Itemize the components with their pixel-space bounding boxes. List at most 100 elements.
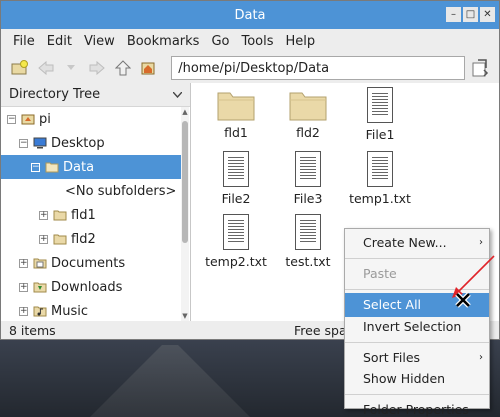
maximize-button[interactable]: □ xyxy=(463,7,478,22)
documents-folder-icon xyxy=(33,257,47,269)
toolbar xyxy=(1,53,499,83)
go-button[interactable] xyxy=(469,57,491,79)
tree-item-label: Music xyxy=(51,303,88,319)
window-title: Data xyxy=(234,7,266,23)
expand-toggle[interactable]: + xyxy=(19,258,28,268)
tree-item-documents[interactable]: + Documents xyxy=(1,251,190,275)
file-item-temp2[interactable]: temp2.txt xyxy=(201,214,271,269)
tree-item-label: fld1 xyxy=(71,207,96,223)
tree-item-music[interactable]: + Music xyxy=(1,299,190,323)
up-arrow-icon xyxy=(114,60,131,76)
text-file-icon xyxy=(295,214,321,250)
tree-item-label: fld2 xyxy=(71,231,96,247)
downloads-folder-icon xyxy=(33,281,47,293)
tree-item-fld1[interactable]: + fld1 xyxy=(1,203,190,227)
collapse-toggle[interactable]: − xyxy=(31,162,40,172)
scroll-down-icon[interactable]: ▼ xyxy=(181,312,189,320)
submenu-arrow-icon: › xyxy=(479,237,483,248)
scrollbar-thumb[interactable] xyxy=(182,121,188,243)
menu-item-label: Sort Files xyxy=(363,350,421,365)
file-item-fld2[interactable]: fld2 xyxy=(273,89,343,140)
sidebar-scrollbar[interactable]: ▲ ▼ xyxy=(181,107,189,321)
collapse-toggle[interactable]: − xyxy=(19,138,28,148)
menu-folder-properties[interactable]: Folder Properties xyxy=(345,398,489,417)
file-label: fld1 xyxy=(224,125,248,140)
scroll-up-icon[interactable]: ▲ xyxy=(181,108,189,116)
file-label: File2 xyxy=(221,191,251,206)
tree-item-label: Downloads xyxy=(51,279,123,295)
file-label: test.txt xyxy=(285,254,331,269)
up-button[interactable] xyxy=(112,57,134,79)
menu-file[interactable]: File xyxy=(7,34,41,49)
back-arrow-icon xyxy=(37,61,54,75)
music-folder-icon xyxy=(33,305,47,317)
x-cursor-icon xyxy=(455,292,471,308)
tree-item-data[interactable]: − Data xyxy=(1,155,181,179)
menu-item-label: Invert Selection xyxy=(363,319,462,334)
menu-go[interactable]: Go xyxy=(205,34,235,49)
history-dropdown[interactable] xyxy=(60,57,82,79)
expand-toggle[interactable]: + xyxy=(19,306,28,316)
sidebar-title: Directory Tree xyxy=(9,87,101,102)
new-tab-button[interactable] xyxy=(9,57,31,79)
text-file-icon xyxy=(295,151,321,187)
file-item-file3[interactable]: File3 xyxy=(273,151,343,206)
menu-item-label: Folder Properties xyxy=(363,402,469,417)
file-label: temp2.txt xyxy=(205,254,267,269)
menu-help[interactable]: Help xyxy=(280,34,322,49)
tree-item-pi[interactable]: − pi xyxy=(1,107,190,131)
expand-toggle[interactable]: + xyxy=(39,234,48,244)
tree-item-desktop[interactable]: − Desktop xyxy=(1,131,190,155)
sidebar-header[interactable]: Directory Tree xyxy=(1,83,190,107)
menu-item-label: Select All xyxy=(363,297,422,312)
new-tab-icon xyxy=(11,60,28,75)
back-button[interactable] xyxy=(35,57,57,79)
tree-item-label: <No subfolders> xyxy=(65,183,177,199)
file-item-test[interactable]: test.txt xyxy=(273,214,343,269)
folder-icon xyxy=(45,161,59,173)
home-button[interactable] xyxy=(138,57,160,79)
menu-create-new[interactable]: Create New... › xyxy=(345,231,489,255)
close-button[interactable]: ✕ xyxy=(480,7,495,22)
tree-item-no-subfolders: <No subfolders> xyxy=(1,179,190,203)
menu-tools[interactable]: Tools xyxy=(235,34,279,49)
file-item-temp1[interactable]: temp1.txt xyxy=(345,151,415,206)
minimize-button[interactable]: – xyxy=(446,7,461,22)
forward-button[interactable] xyxy=(86,57,108,79)
path-input[interactable] xyxy=(171,56,466,80)
tree-item-fld2[interactable]: + fld2 xyxy=(1,227,190,251)
tree-item-label: pi xyxy=(39,111,51,127)
text-file-icon xyxy=(223,214,249,250)
tree-item-label: Desktop xyxy=(51,135,105,151)
chevron-down-icon xyxy=(67,65,76,70)
chevron-down-icon xyxy=(173,91,182,98)
collapse-toggle[interactable]: − xyxy=(7,114,16,124)
text-file-icon xyxy=(367,87,393,123)
file-item-fld1[interactable]: fld1 xyxy=(201,89,271,140)
menu-separator xyxy=(345,394,489,395)
folder-icon xyxy=(289,89,327,121)
menu-edit[interactable]: Edit xyxy=(41,34,78,49)
text-file-icon xyxy=(223,151,249,187)
file-label: fld2 xyxy=(296,125,320,140)
menu-invert-selection[interactable]: Invert Selection xyxy=(345,315,489,339)
desktop-icon xyxy=(33,137,47,149)
tree-item-label: Data xyxy=(63,159,95,175)
tree-item-downloads[interactable]: + Downloads xyxy=(1,275,190,299)
menu-show-hidden[interactable]: Show Hidden xyxy=(345,367,489,391)
title-bar[interactable]: Data – □ ✕ xyxy=(1,1,499,29)
folder-icon xyxy=(53,233,67,245)
home-icon xyxy=(21,113,35,125)
directory-tree: − pi − Desktop − Data <No subfolders> + … xyxy=(1,107,190,323)
go-jump-icon xyxy=(472,59,489,77)
expand-toggle[interactable]: + xyxy=(39,210,48,220)
file-item-file1[interactable]: File1 xyxy=(345,87,415,142)
menu-item-label: Show Hidden xyxy=(363,371,446,386)
menu-bookmarks[interactable]: Bookmarks xyxy=(121,34,206,49)
forward-arrow-icon xyxy=(89,61,105,75)
file-item-file2[interactable]: File2 xyxy=(201,151,271,206)
folder-icon xyxy=(53,209,67,221)
menu-view[interactable]: View xyxy=(78,34,121,49)
menu-item-label: Paste xyxy=(363,266,397,281)
expand-toggle[interactable]: + xyxy=(19,282,28,292)
